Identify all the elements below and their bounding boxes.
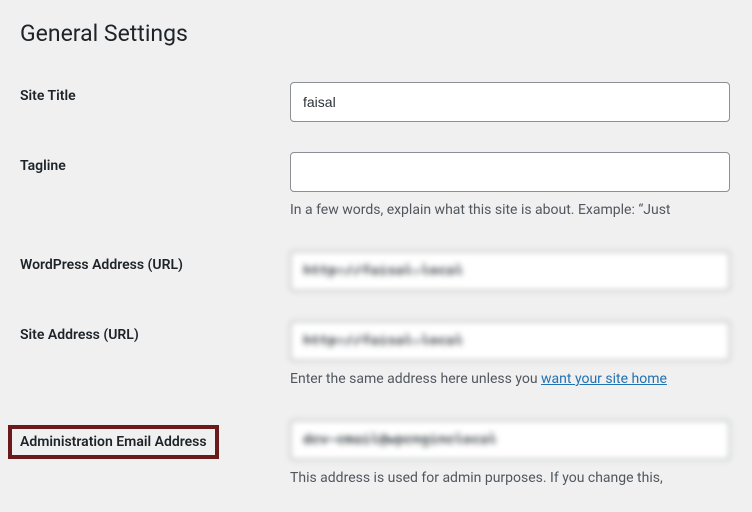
tagline-label: Tagline (20, 158, 66, 174)
site-title-label: Site Title (20, 88, 76, 104)
page-title: General Settings (20, 10, 732, 67)
site-url-description: Enter the same address here unless you w… (290, 369, 732, 390)
settings-table: Site Title Tagline In a few words, expla… (20, 67, 732, 504)
wordpress-url-label: WordPress Address (URL) (20, 257, 183, 273)
admin-email-description: This address is used for admin purposes.… (290, 468, 732, 489)
admin-email-input[interactable] (290, 420, 730, 460)
tagline-description: In a few words, explain what this site i… (290, 200, 732, 221)
site-url-input[interactable] (290, 321, 730, 361)
tagline-input[interactable] (290, 152, 730, 192)
wordpress-url-input[interactable] (290, 251, 730, 291)
site-title-input[interactable] (290, 82, 730, 122)
admin-email-label: Administration Email Address (20, 434, 207, 450)
site-home-link[interactable]: want your site home (541, 371, 667, 387)
admin-email-highlight: Administration Email Address (8, 425, 219, 459)
site-url-label: Site Address (URL) (20, 327, 139, 343)
